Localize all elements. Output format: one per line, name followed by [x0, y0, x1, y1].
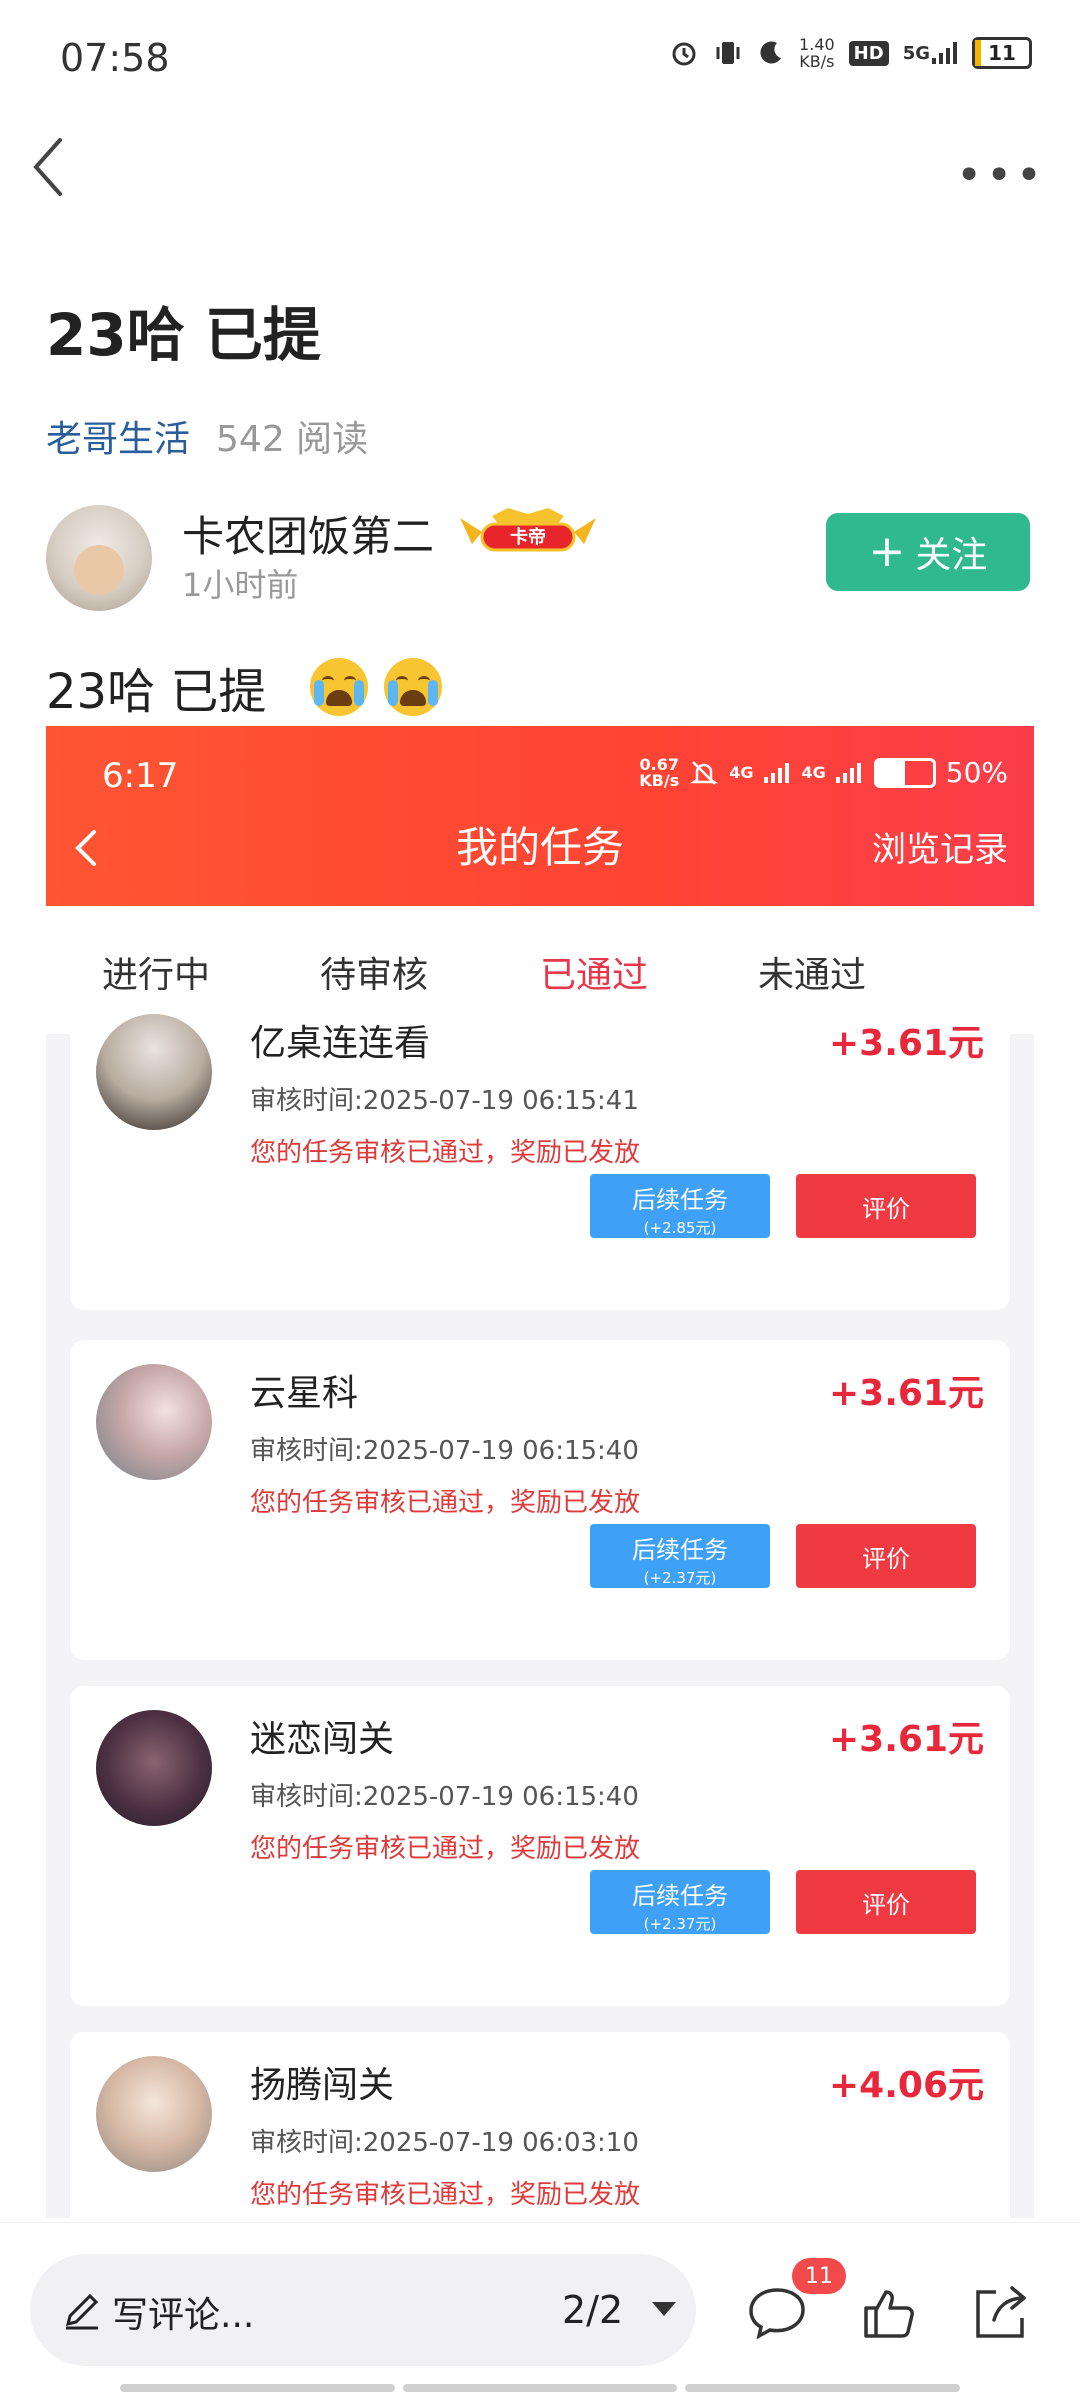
- status-bar: 07:58 1.40 KB/s HD 5G 11: [0, 0, 1080, 120]
- moon-icon: [760, 41, 782, 64]
- embedded-battery-level: 50%: [945, 756, 1008, 789]
- page-indicator[interactable]: 2/2: [562, 2288, 623, 2332]
- task-status-message: 您的任务审核已通过，奖励已发放: [250, 1834, 641, 1864]
- task-name: 迷恋闯关: [250, 1719, 395, 1760]
- task-amount: +3.61元: [829, 1719, 984, 1760]
- author-avatar[interactable]: [46, 505, 152, 611]
- crying-emoji-icon: [384, 658, 443, 716]
- share-icon[interactable]: [966, 2280, 1032, 2346]
- pen-icon: [65, 2293, 99, 2330]
- task-review-time: 审核时间:2025-07-19 06:03:10: [250, 2128, 639, 2158]
- followup-task-button: 后续任务 (+2.85元): [590, 1174, 770, 1238]
- task-avatar: [96, 1014, 212, 1130]
- task-status-message: 您的任务审核已通过，奖励已发放: [250, 1138, 641, 1168]
- rate-button: 评价: [796, 1870, 976, 1934]
- more-icon[interactable]: •••: [956, 150, 1046, 201]
- task-review-time: 审核时间:2025-07-19 06:15:41: [250, 1086, 639, 1116]
- comment-placeholder[interactable]: 写评论...: [112, 2286, 254, 2338]
- svg-text:卡帝: 卡帝: [510, 526, 546, 548]
- back-icon[interactable]: [24, 132, 84, 202]
- crying-emoji-icon: [310, 658, 369, 716]
- task-status-message: 您的任务审核已通过，奖励已发放: [250, 1488, 641, 1518]
- hd-icon: HD: [848, 40, 889, 66]
- caret-down-icon[interactable]: [652, 2302, 676, 2316]
- task-name: 云星科: [250, 1373, 359, 1414]
- channel-link[interactable]: 老哥生活: [46, 419, 190, 460]
- task-name: 亿桌连连看: [250, 1023, 431, 1064]
- task-card: 扬腾闯关 +4.06元 审核时间:2025-07-19 06:03:10 您的任…: [70, 2032, 1010, 2218]
- plus-icon: +: [868, 526, 906, 577]
- task-avatar: [96, 1710, 212, 1826]
- rate-button: 评价: [796, 1524, 976, 1588]
- embedded-screenshot[interactable]: 6:17 0.67 KB/s 4G 4G 50% 我的任务 浏览记录 进行中 待审…: [46, 726, 1034, 2218]
- followup-task-button: 后续任务 (+2.37元): [590, 1870, 770, 1934]
- signal-5g-icon: 5G: [903, 42, 958, 64]
- post-meta: 老哥生活 542 阅读: [46, 410, 368, 462]
- signal-bars-icon: [763, 762, 789, 783]
- embedded-history-link: 浏览记录: [872, 830, 1008, 870]
- task-amount: +3.61元: [829, 1373, 984, 1414]
- task-card: 迷恋闯关 +3.61元 审核时间:2025-07-19 06:15:40 您的任…: [70, 1686, 1010, 2006]
- battery-icon: 11: [972, 37, 1032, 69]
- comment-count-badge: 11: [792, 2258, 846, 2294]
- task-name: 扬腾闯关: [250, 2065, 395, 2106]
- post-body: 23哈 已提: [46, 652, 443, 722]
- read-count: 542 阅读: [216, 419, 369, 460]
- vibrate-icon: [716, 42, 740, 64]
- task-card: 亿桌连连看 +3.61元 审核时间:2025-07-19 06:15:41 您的…: [70, 990, 1010, 1310]
- task-review-time: 审核时间:2025-07-19 06:15:40: [250, 1436, 639, 1466]
- task-review-time: 审核时间:2025-07-19 06:15:40: [250, 1782, 639, 1812]
- rate-button: 评价: [796, 1174, 976, 1238]
- embedded-network-speed: 0.67 KB/s: [639, 754, 680, 790]
- thumbs-up-icon[interactable]: [858, 2280, 924, 2346]
- alarm-icon: [672, 42, 696, 66]
- task-card: 云星科 +3.61元 审核时间:2025-07-19 06:15:40 您的任务…: [70, 1340, 1010, 1660]
- post-title: 23哈 已提: [46, 301, 321, 369]
- network-speed: 1.40 KB/s: [799, 35, 835, 71]
- author-badge: 卡帝: [452, 504, 604, 554]
- task-avatar: [96, 2056, 212, 2172]
- embedded-status-icons: 0.67 KB/s 4G 4G 50%: [639, 756, 1008, 789]
- follow-button[interactable]: + 关注: [826, 513, 1030, 591]
- task-amount: +4.06元: [829, 2065, 984, 2106]
- signal-4g-icon: 4G: [729, 763, 754, 782]
- embedded-status-time: 6:17: [102, 756, 179, 796]
- task-status-message: 您的任务审核已通过，奖励已发放: [250, 2180, 641, 2210]
- embedded-header: 6:17 0.67 KB/s 4G 4G 50% 我的任务 浏览记录: [46, 726, 1034, 906]
- home-indicator[interactable]: [120, 2384, 961, 2392]
- followup-task-button: 后续任务 (+2.37元): [590, 1524, 770, 1588]
- task-amount: +3.61元: [829, 1023, 984, 1064]
- author-name[interactable]: 卡农团饭第二: [182, 503, 434, 564]
- signal-4g-icon: 4G: [801, 763, 826, 782]
- status-icons: 1.40 KB/s HD 5G 11: [669, 36, 1032, 70]
- embedded-battery-icon: [873, 757, 936, 788]
- post-time: 1小时前: [182, 566, 299, 604]
- task-avatar: [96, 1364, 212, 1480]
- status-time: 07:58: [60, 36, 170, 80]
- signal-bars-icon: [835, 762, 861, 783]
- bell-off-icon: [690, 760, 719, 785]
